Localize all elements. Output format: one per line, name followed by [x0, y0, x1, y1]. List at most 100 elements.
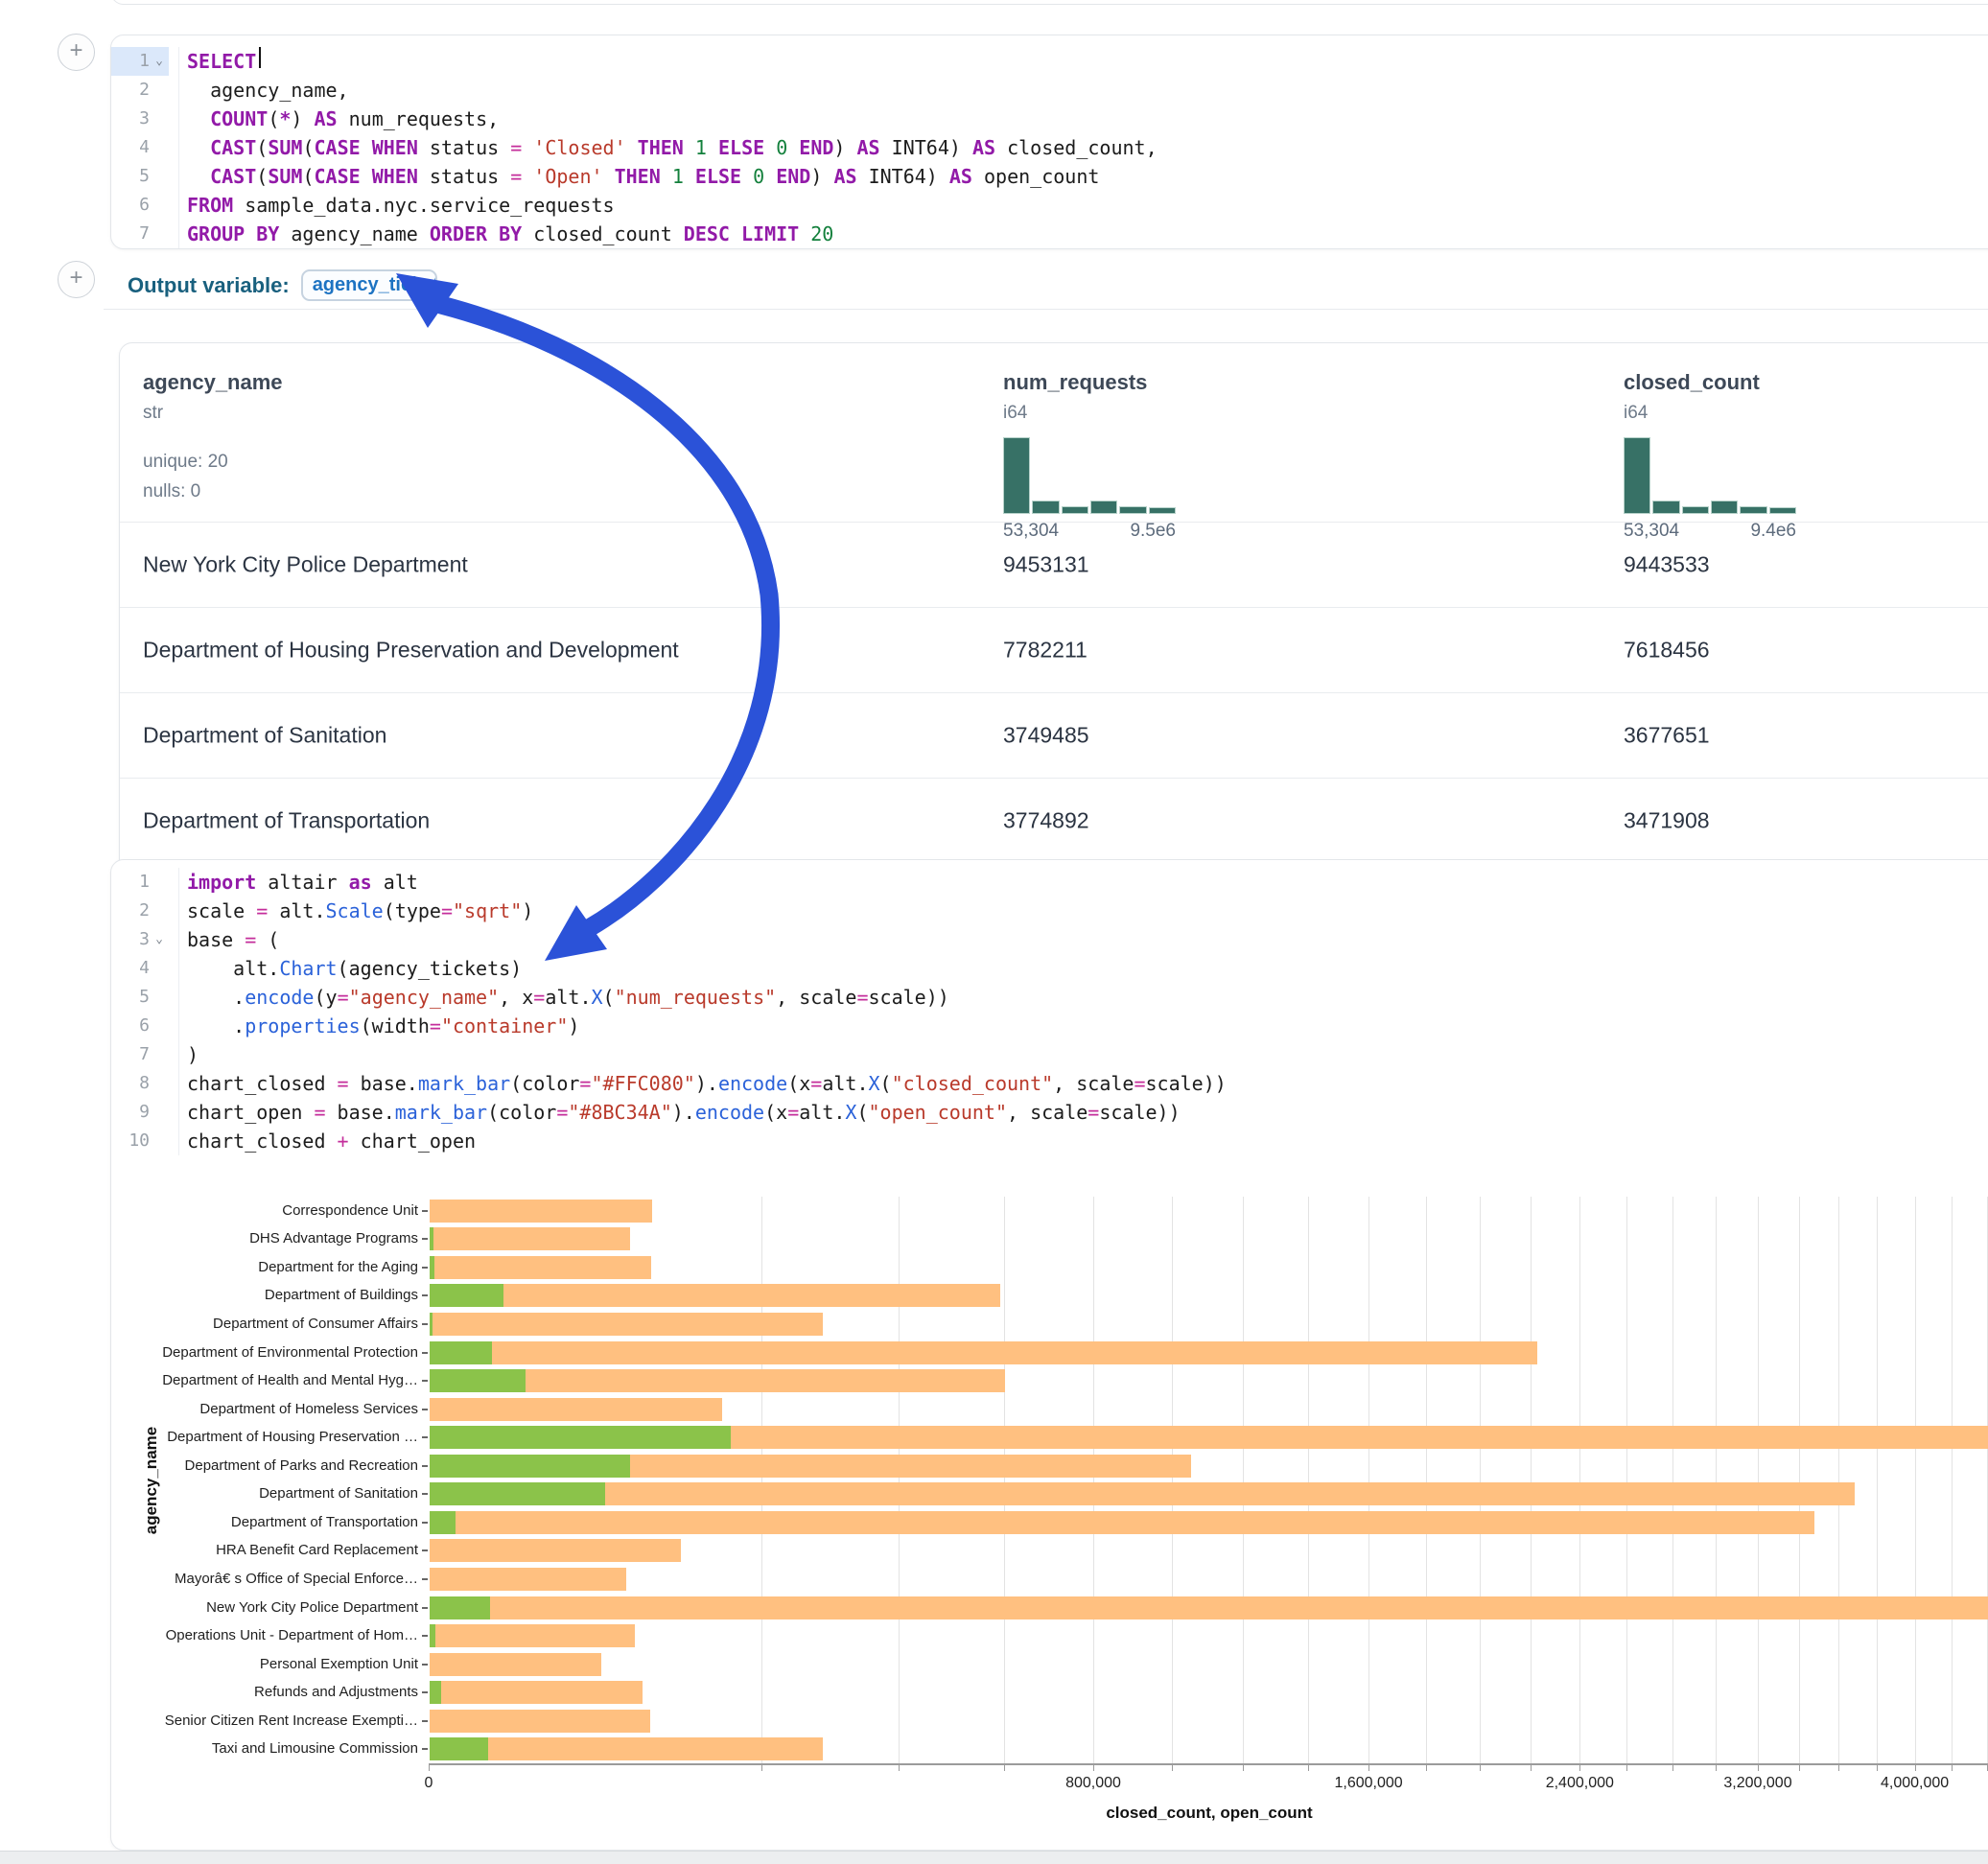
histogram-bar [1769, 507, 1796, 514]
code-line[interactable]: 7) [111, 1040, 1988, 1069]
code-token: DESC [684, 220, 730, 248]
y-axis-label: Taxi and Limousine Commission [111, 1739, 418, 1759]
column-type: i64 [1003, 403, 1176, 424]
sql-code-editor[interactable]: 1⌄SELECT2 agency_name,3 COUNT(*) AS num_… [111, 47, 1988, 248]
line-number: 1 [111, 868, 150, 897]
histogram-bar [1652, 501, 1679, 514]
code-token [187, 162, 210, 191]
y-axis-label: Refunds and Adjustments [111, 1683, 418, 1702]
y-axis-tick [422, 1210, 428, 1212]
line-number: 6 [111, 1012, 150, 1040]
code-line[interactable]: 6 .properties(width="container") [111, 1012, 1988, 1040]
table-row[interactable]: New York City Police Department945313194… [120, 522, 1988, 607]
y-axis-tick [422, 1549, 428, 1551]
fold-chevron-icon[interactable]: ⌄ [150, 47, 169, 76]
closed-count-bar [430, 1398, 722, 1421]
closed-count-bar [430, 1511, 1814, 1534]
line-number: 3 [111, 105, 150, 133]
histogram-bar [1062, 506, 1088, 514]
code-token [522, 162, 533, 191]
code-line[interactable]: 10chart_closed + chart_open [111, 1127, 1988, 1155]
x-axis-tick [1799, 1765, 1800, 1771]
y-axis-tick [422, 1323, 428, 1325]
gutter-spacer [150, 105, 169, 133]
previous-cell-edge [110, 0, 1988, 5]
code-token: ( [880, 1069, 892, 1098]
code-token: = [510, 133, 522, 162]
code-token: ) [291, 105, 314, 133]
table-row[interactable]: Department of Transportation377489234719… [120, 778, 1988, 863]
code-line[interactable]: 8chart_closed = base.mark_bar(color="#FF… [111, 1069, 1988, 1098]
code-token [684, 162, 695, 191]
code-token [730, 220, 741, 248]
closed-count-bar [430, 1369, 1005, 1392]
gridline [1626, 1197, 1627, 1763]
code-token: ( [256, 162, 268, 191]
code-token: (type [384, 897, 441, 925]
code-line[interactable]: 4 alt.Chart(agency_tickets) [111, 954, 1988, 983]
code-token: 0 [753, 162, 764, 191]
add-cell-button-top[interactable]: + [58, 34, 95, 71]
column-header-num-requests[interactable]: num_requests i64 53,304 9.5e6 [1003, 370, 1176, 542]
code-line[interactable]: 5 CAST(SUM(CASE WHEN status = 'Open' THE… [111, 162, 1988, 191]
x-axis-tick-label: 2,400,000 [1546, 1775, 1614, 1792]
gridline [1368, 1197, 1369, 1763]
code-token: = [1088, 1098, 1099, 1127]
code-line[interactable]: 3⌄base = ( [111, 925, 1988, 954]
python-code-editor[interactable]: 1import altair as alt2scale = alt.Scale(… [111, 868, 1988, 1155]
x-axis-line [429, 1763, 1988, 1765]
cell-agency-name: Department of Housing Preservation and D… [143, 638, 679, 664]
output-variable-badge[interactable]: agency_tickets [301, 269, 437, 301]
code-token: (y [314, 983, 337, 1012]
closed-count-bar [430, 1737, 823, 1760]
code-line[interactable]: 1import altair as alt [111, 868, 1988, 897]
code-line[interactable]: 1⌄SELECT [111, 47, 1988, 76]
code-token: = [338, 1069, 349, 1098]
code-token: 'Closed' [533, 133, 625, 162]
python-cell[interactable]: 1import altair as alt2scale = alt.Scale(… [110, 859, 1988, 1851]
code-token: agency_name [279, 220, 430, 248]
gutter-spacer [150, 983, 169, 1012]
code-line[interactable]: 5 .encode(y="agency_name", x=alt.X("num_… [111, 983, 1988, 1012]
code-token: alt. [799, 1098, 845, 1127]
code-line[interactable]: 6FROM sample_data.nyc.service_requests [111, 191, 1988, 220]
table-row[interactable]: Department of Housing Preservation and D… [120, 607, 1988, 692]
cell-closed-count: 9443533 [1624, 552, 1710, 578]
column-title: closed_count [1624, 370, 1796, 395]
cell-num-requests: 3774892 [1003, 808, 1089, 834]
x-axis-tick [1093, 1765, 1094, 1771]
code-line[interactable]: 9chart_open = base.mark_bar(color="#8BC3… [111, 1098, 1988, 1127]
x-axis-tick [1531, 1765, 1532, 1771]
gutter-border [169, 47, 179, 76]
code-token: , scale [776, 983, 856, 1012]
column-header-agency-name[interactable]: agency_name str unique: 20 nulls: 0 [143, 370, 283, 506]
code-line[interactable]: 4 CAST(SUM(CASE WHEN status = 'Closed' T… [111, 133, 1988, 162]
code-token: ( [302, 162, 314, 191]
code-line[interactable]: 2 agency_name, [111, 76, 1988, 105]
code-line[interactable]: 2scale = alt.Scale(type="sqrt") [111, 897, 1988, 925]
gutter-border [169, 983, 179, 1012]
cell-closed-count: 3677651 [1624, 723, 1710, 749]
gutter-spacer [150, 1098, 169, 1127]
code-token: = [787, 1098, 799, 1127]
table-row[interactable]: Department of Sanitation37494853677651 [120, 692, 1988, 778]
open-count-bar [430, 1455, 630, 1478]
code-token [764, 162, 776, 191]
code-token: X [592, 983, 603, 1012]
sql-cell[interactable]: 1⌄SELECT2 agency_name,3 COUNT(*) AS num_… [110, 35, 1988, 249]
line-number: 2 [111, 76, 150, 105]
code-line[interactable]: 7GROUP BY agency_name ORDER BY closed_co… [111, 220, 1988, 248]
code-token: ( [256, 925, 279, 954]
x-axis-title: closed_count, open_count [1106, 1804, 1312, 1823]
code-line[interactable]: 3 COUNT(*) AS num_requests, [111, 105, 1988, 133]
gridline [761, 1197, 762, 1763]
code-token: encode [718, 1069, 787, 1098]
histogram-bar [1624, 437, 1650, 514]
column-header-closed-count[interactable]: closed_count i64 53,304 9.4e6 [1624, 370, 1796, 542]
code-token: END [799, 133, 833, 162]
add-cell-button-output[interactable]: + [58, 261, 95, 298]
gridline [1004, 1197, 1005, 1763]
fold-chevron-icon[interactable]: ⌄ [150, 925, 169, 954]
x-axis-tick [1579, 1765, 1580, 1771]
code-token: (x [787, 1069, 810, 1098]
